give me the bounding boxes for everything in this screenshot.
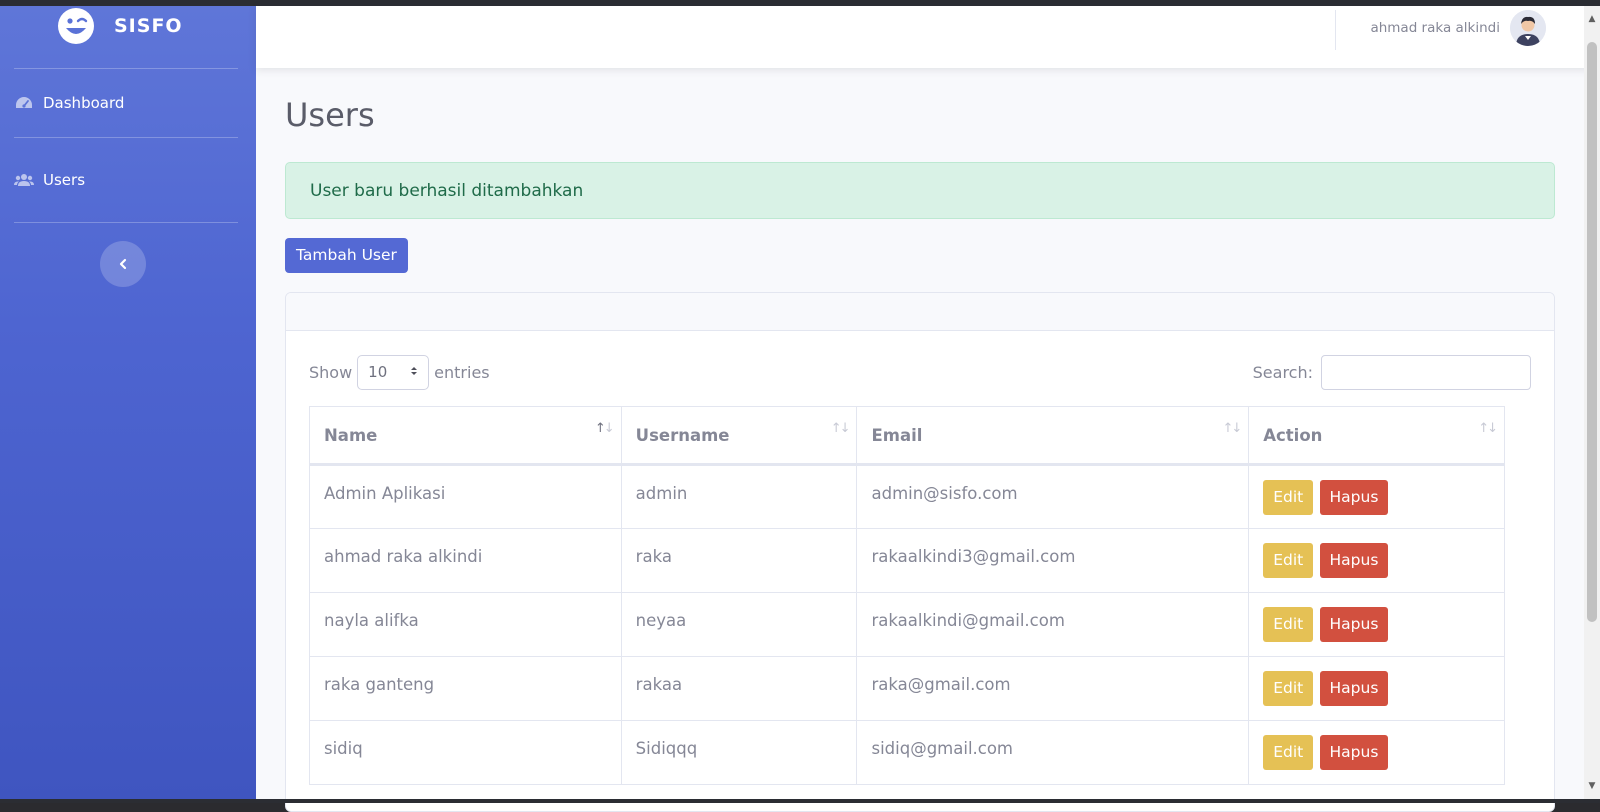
smiley-wink-icon bbox=[56, 6, 96, 46]
tachometer-icon bbox=[14, 95, 34, 111]
sort-icon: ↑↓ bbox=[1478, 421, 1498, 436]
delete-button[interactable]: Hapus bbox=[1319, 543, 1389, 578]
cell-email: rakaalkindi@gmail.com bbox=[856, 592, 1250, 657]
datatable-search: Search: bbox=[1252, 354, 1531, 390]
window-bottom-edge bbox=[0, 799, 1600, 803]
cell-email: rakaalkindi3@gmail.com bbox=[856, 528, 1250, 593]
edit-button[interactable]: Edit bbox=[1263, 543, 1314, 578]
chevron-left-icon bbox=[118, 255, 128, 274]
scroll-up-arrow-icon[interactable]: ▲ bbox=[1587, 14, 1597, 24]
search-label: Search: bbox=[1252, 362, 1313, 382]
cell-username: rakaa bbox=[620, 656, 858, 721]
edit-button[interactable]: Edit bbox=[1263, 671, 1314, 706]
scrollbar-thumb[interactable] bbox=[1587, 42, 1597, 622]
scroll-down-arrow-icon[interactable]: ▼ bbox=[1587, 781, 1597, 791]
entries-value: 10 bbox=[368, 363, 388, 381]
users-icon bbox=[14, 172, 34, 188]
delete-button[interactable]: Hapus bbox=[1319, 607, 1389, 642]
cell-name: raka ganteng bbox=[309, 656, 622, 721]
edit-button[interactable]: Edit bbox=[1263, 735, 1314, 770]
cell-username: admin bbox=[620, 464, 858, 529]
table-row: sidiq Sidiqqq sidiq@gmail.com Edit Hapus bbox=[309, 720, 1505, 785]
delete-button[interactable]: Hapus bbox=[1319, 480, 1389, 515]
datatable-controls: Show 10 entries Search: bbox=[309, 354, 1531, 390]
sidebar-item-label: Dashboard bbox=[43, 94, 125, 112]
search-input[interactable] bbox=[1321, 354, 1531, 390]
content-wrapper: ahmad raka alkindi ▲ ▼ Users User baru b… bbox=[256, 6, 1600, 812]
entries-label: entries bbox=[434, 362, 490, 382]
cell-name: sidiq bbox=[309, 720, 622, 785]
column-header-label: Name bbox=[324, 425, 378, 445]
cell-name: Admin Aplikasi bbox=[309, 464, 622, 529]
cell-name: nayla alifka bbox=[309, 592, 622, 657]
table-row: Admin Aplikasi admin admin@sisfo.com Edi… bbox=[309, 464, 1505, 529]
column-header-action[interactable]: Action ↑↓ bbox=[1248, 406, 1505, 466]
table-header-row: Name ↑↓ Username ↑↓ Email ↑↓ Action ↑↓ bbox=[309, 406, 1505, 466]
table-row: nayla alifka neyaa rakaalkindi@gmail.com… bbox=[309, 592, 1505, 657]
add-user-button[interactable]: Tambah User bbox=[285, 238, 408, 273]
alert-message: User baru berhasil ditambahkan bbox=[310, 180, 584, 201]
delete-button[interactable]: Hapus bbox=[1319, 671, 1389, 706]
cell-email: raka@gmail.com bbox=[856, 656, 1250, 721]
sidebar: SISFO Dashboard Users bbox=[0, 6, 256, 799]
column-header-email[interactable]: Email ↑↓ bbox=[856, 406, 1250, 466]
sidebar-item-users[interactable]: Users bbox=[0, 138, 256, 222]
show-label: Show bbox=[309, 362, 353, 382]
edit-button[interactable]: Edit bbox=[1263, 607, 1314, 642]
column-header-name[interactable]: Name ↑↓ bbox=[309, 406, 622, 466]
entries-length-control: Show 10 entries bbox=[309, 354, 490, 390]
cell-action: Edit Hapus bbox=[1248, 528, 1505, 593]
topbar-divider bbox=[1335, 10, 1336, 50]
cell-email: sidiq@gmail.com bbox=[856, 720, 1250, 785]
table-row: raka ganteng rakaa raka@gmail.com Edit H… bbox=[309, 656, 1505, 721]
select-arrows-icon bbox=[410, 363, 418, 381]
column-header-label: Action bbox=[1263, 425, 1323, 445]
cell-action: Edit Hapus bbox=[1248, 720, 1505, 785]
entries-select[interactable]: 10 bbox=[357, 354, 430, 390]
success-alert: User baru berhasil ditambahkan bbox=[285, 162, 1555, 219]
page-title: Users bbox=[285, 96, 375, 134]
user-avatar-icon[interactable] bbox=[1510, 10, 1546, 46]
main-content: Users User baru berhasil ditambahkan Tam… bbox=[256, 96, 1600, 812]
sort-asc-icon: ↑↓ bbox=[594, 421, 615, 436]
brand-name: SISFO bbox=[114, 15, 183, 37]
cell-action: Edit Hapus bbox=[1248, 656, 1505, 721]
edit-button[interactable]: Edit bbox=[1263, 480, 1314, 515]
app-root: SISFO Dashboard Users ahmad raka alkindi… bbox=[0, 6, 1600, 812]
card-body: Show 10 entries Search: Name ↑↓ Username… bbox=[286, 331, 1554, 785]
sort-icon: ↑↓ bbox=[1222, 421, 1242, 436]
cell-action: Edit Hapus bbox=[1248, 464, 1505, 529]
delete-button[interactable]: Hapus bbox=[1319, 735, 1389, 770]
brand[interactable]: SISFO bbox=[0, 6, 256, 68]
sort-icon: ↑↓ bbox=[830, 421, 851, 436]
column-header-label: Username bbox=[635, 425, 730, 445]
sidebar-toggle-button[interactable] bbox=[100, 241, 146, 287]
user-name[interactable]: ahmad raka alkindi bbox=[1370, 20, 1500, 36]
sidebar-toggle-wrap bbox=[0, 223, 256, 287]
users-table: Name ↑↓ Username ↑↓ Email ↑↓ Action ↑↓ A… bbox=[309, 406, 1505, 785]
column-header-username[interactable]: Username ↑↓ bbox=[620, 406, 858, 466]
cell-action: Edit Hapus bbox=[1248, 592, 1505, 657]
sidebar-item-label: Users bbox=[43, 171, 86, 189]
cell-name: ahmad raka alkindi bbox=[309, 528, 622, 593]
sidebar-item-dashboard[interactable]: Dashboard bbox=[0, 69, 256, 137]
page-scrollbar[interactable]: ▲ ▼ bbox=[1584, 6, 1600, 799]
users-card: Show 10 entries Search: Name ↑↓ Username… bbox=[285, 292, 1555, 812]
cell-username: neyaa bbox=[620, 592, 858, 657]
cell-username: Sidiqqq bbox=[620, 720, 858, 785]
cell-username: raka bbox=[620, 528, 858, 593]
cell-email: admin@sisfo.com bbox=[856, 464, 1250, 529]
card-header bbox=[286, 293, 1554, 331]
top-navbar: ahmad raka alkindi bbox=[256, 6, 1600, 68]
table-row: ahmad raka alkindi raka rakaalkindi3@gma… bbox=[309, 528, 1505, 593]
column-header-label: Email bbox=[871, 425, 923, 445]
